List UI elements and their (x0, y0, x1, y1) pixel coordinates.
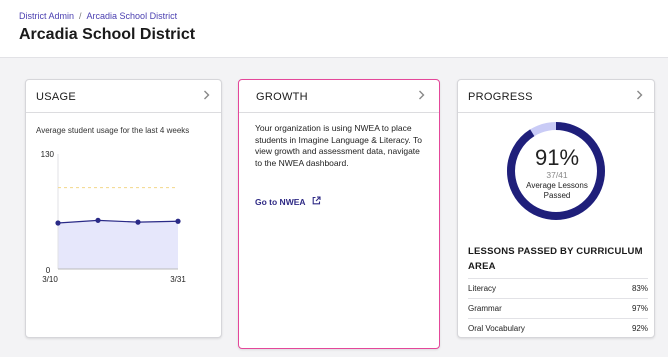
area-name: Literacy (468, 284, 497, 293)
progress-card[interactable]: PROGRESS 91% 37/41 Average Lessons Passe… (457, 79, 655, 338)
y-tick-label: 130 (41, 150, 55, 159)
page-header: District Admin / Arcadia School District A… (0, 0, 668, 58)
data-point (95, 217, 101, 223)
x-tick-label: 3/10 (42, 275, 58, 284)
external-link-icon (312, 196, 321, 207)
area-value: 97% (631, 304, 648, 313)
progress-fraction: 37/41 (546, 170, 568, 180)
lessons-passed-title: LESSONS PASSED BY CURRICULUM AREA (468, 246, 643, 272)
y-tick-label: 0 (46, 266, 51, 275)
x-tick-label: 3/31 (170, 275, 186, 284)
data-point (135, 219, 141, 225)
growth-card-header[interactable]: GROWTH (239, 80, 439, 113)
area-value: 83% (631, 284, 648, 293)
chevron-right-icon[interactable] (418, 89, 425, 102)
breadcrumb-arcadia[interactable]: Arcadia School District (87, 11, 178, 21)
breadcrumb-separator: / (79, 11, 82, 21)
table-row: Grammar 97% (468, 298, 648, 318)
growth-description: Your organization is using NWEA to place… (255, 123, 422, 168)
usage-card-header[interactable]: USAGE (26, 80, 221, 113)
data-point (55, 220, 61, 226)
page-title: Arcadia School District (19, 26, 196, 43)
usage-card[interactable]: USAGE Average student usage for the last… (25, 79, 222, 338)
progress-title: PROGRESS (468, 91, 533, 103)
progress-caption: Average Lessons Passed (526, 181, 588, 200)
chevron-right-icon[interactable] (636, 89, 643, 102)
usage-subtitle: Average student usage for the last 4 wee… (36, 126, 190, 135)
progress-card-header[interactable]: PROGRESS (458, 80, 654, 113)
go-to-nwea-link[interactable]: Go to NWEA (255, 196, 321, 207)
breadcrumb-district-admin[interactable]: District Admin (19, 11, 74, 21)
table-row: Oral Vocabulary 92% (468, 318, 648, 337)
go-to-nwea-label: Go to NWEA (255, 196, 306, 207)
data-point (175, 218, 181, 224)
growth-card[interactable]: GROWTH Your organization is using NWEA t… (238, 79, 440, 349)
usage-title: USAGE (36, 91, 77, 103)
usage-area (58, 220, 178, 269)
area-name: Grammar (468, 304, 502, 313)
area-name: Oral Vocabulary (468, 324, 525, 333)
area-value: 92% (631, 324, 648, 333)
lessons-passed-table: Literacy 83% Grammar 97% Oral Vocabulary… (468, 278, 648, 337)
chevron-right-icon[interactable] (203, 89, 210, 102)
progress-percent: 91% (534, 145, 580, 170)
growth-title: GROWTH (256, 91, 308, 103)
usage-chart: 130 03/10 3/31 (41, 150, 187, 284)
breadcrumb: District Admin / Arcadia School District (19, 11, 177, 21)
table-row: Literacy 83% (468, 278, 648, 298)
